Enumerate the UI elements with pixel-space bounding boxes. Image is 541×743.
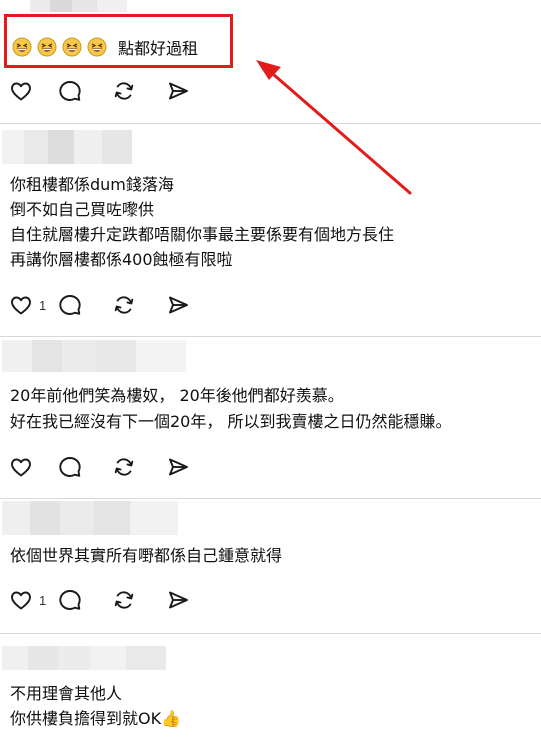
comment-2-actions: 1 xyxy=(8,292,191,318)
comment-5-text: 不用理會其他人 你供樓負擔得到就OK👍 xyxy=(10,683,181,729)
grinning-squinting-face-emoji xyxy=(87,37,107,57)
comment-1-actions xyxy=(8,78,191,104)
comment-button[interactable] xyxy=(57,454,83,480)
comment-text-line: 再講你層樓都係400蝕極有限啦 xyxy=(10,250,233,269)
send-icon xyxy=(169,591,188,609)
like-count: 1 xyxy=(39,592,47,608)
comment-bubble-icon xyxy=(59,81,81,101)
comment-divider xyxy=(0,633,541,634)
comment-text-line: 好在我已經沒有下一個20年， 所以到我賣樓之日仍然能穩賺。 xyxy=(10,412,452,431)
share-button[interactable] xyxy=(165,454,191,480)
heart-icon xyxy=(11,591,31,610)
blurred-username xyxy=(2,646,166,670)
comment-text-line: 依個世界其實所有嘢都係自己鍾意就得 xyxy=(10,546,283,565)
comment-divider xyxy=(0,336,541,337)
comment-text-line: 倒不如自己買咗嚟供 xyxy=(10,200,155,219)
comment-bubble-icon xyxy=(59,590,81,610)
like-button[interactable] xyxy=(8,292,34,318)
send-icon xyxy=(169,458,188,476)
like-count: 1 xyxy=(39,297,47,313)
share-button[interactable] xyxy=(165,292,191,318)
repost-icon xyxy=(114,296,134,314)
blurred-username xyxy=(2,340,186,372)
repost-button[interactable] xyxy=(111,78,137,104)
share-button[interactable] xyxy=(165,587,191,613)
grinning-squinting-face-emoji xyxy=(37,37,57,57)
heart-icon xyxy=(11,82,31,101)
comment-text-line: 自住就層樓升定跌都唔關你事最主要係要有個地方長住 xyxy=(10,225,395,244)
comment-button[interactable] xyxy=(57,587,83,613)
blurred-username xyxy=(2,501,178,535)
comment-text-line: 不用理會其他人 xyxy=(10,684,123,703)
repost-icon xyxy=(114,458,134,476)
repost-button[interactable] xyxy=(111,454,137,480)
comment-button[interactable] xyxy=(57,292,83,318)
comment-bubble-icon xyxy=(59,457,81,477)
comment-divider xyxy=(0,498,541,499)
comment-4-text: 依個世界其實所有嘢都係自己鍾意就得 xyxy=(10,545,282,566)
comment-text-line: 20年前他們笑為樓奴， 20年後他們都好羨慕。 xyxy=(10,386,344,405)
comment-text-line: 點都好過租 xyxy=(118,39,199,58)
heart-icon xyxy=(11,296,31,315)
send-icon xyxy=(169,296,188,314)
comment-3-actions xyxy=(8,454,191,480)
comment-button[interactable] xyxy=(57,78,83,104)
heart-icon xyxy=(11,458,31,477)
comment-text-line: 你租樓都係dum錢落海 xyxy=(10,175,174,194)
comment-bubble-icon xyxy=(59,295,81,315)
blurred-username xyxy=(2,130,132,164)
like-button[interactable] xyxy=(8,587,34,613)
grinning-squinting-face-emoji xyxy=(12,37,32,57)
repost-icon xyxy=(114,591,134,609)
comment-4-actions: 1 xyxy=(8,587,191,613)
comment-text-line: 你供樓負擔得到就OK👍 xyxy=(10,709,182,728)
share-button[interactable] xyxy=(165,78,191,104)
send-icon xyxy=(169,82,188,100)
repost-button[interactable] xyxy=(111,292,137,318)
comment-divider xyxy=(0,123,541,124)
blurred-username xyxy=(30,0,127,12)
comment-1-text: 點都好過租 xyxy=(12,36,198,58)
like-button[interactable] xyxy=(8,454,34,480)
repost-icon xyxy=(114,82,134,100)
like-button[interactable] xyxy=(8,78,34,104)
repost-button[interactable] xyxy=(111,587,137,613)
grinning-squinting-face-emoji xyxy=(62,37,82,57)
comment-2-text: 你租樓都係dum錢落海 倒不如自己買咗嚟供 自住就層樓升定跌都唔關你事最主要係要… xyxy=(10,174,394,270)
comment-3-text: 20年前他們笑為樓奴， 20年後他們都好羨慕。 好在我已經沒有下一個20年， 所… xyxy=(10,385,451,432)
